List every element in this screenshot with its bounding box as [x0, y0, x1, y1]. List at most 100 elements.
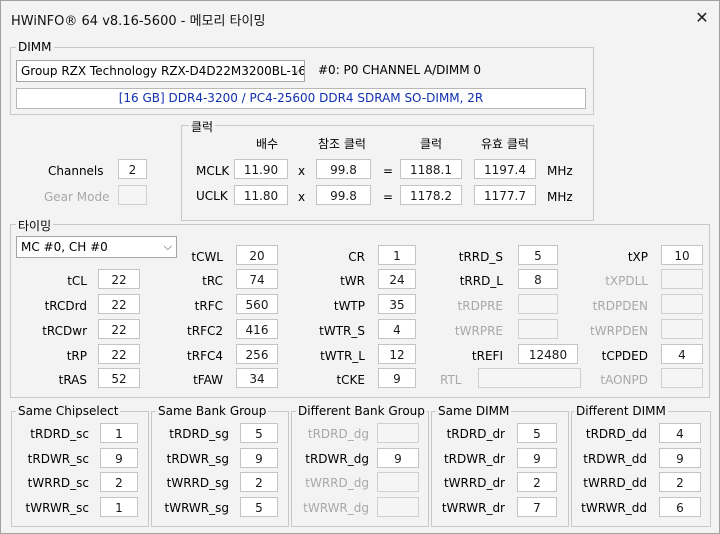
timing-value: 5: [240, 423, 278, 443]
timing-value: 1: [100, 423, 138, 443]
timing-value: 2: [240, 472, 278, 492]
trefi-label: tREFI: [471, 349, 503, 363]
timing-label: tWRWR_dd: [581, 501, 647, 515]
trcdwr-value: 22: [98, 319, 140, 339]
group-title: Same Bank Group: [156, 404, 269, 418]
timing-value: 9: [240, 448, 278, 468]
close-icon[interactable]: ✕: [691, 8, 713, 28]
timing-value: 1: [100, 497, 138, 517]
timing-label: tRDWR_dg: [305, 452, 369, 466]
timing-label: tRDWR_dd: [583, 452, 647, 466]
trdpre-value: [518, 294, 558, 314]
tfaw-label: tFAW: [193, 373, 223, 387]
mclk-label: MCLK: [196, 164, 230, 178]
mc-channel-select[interactable]: MC #0, CH #0 ⌵: [16, 236, 177, 258]
timing-value: 9: [659, 448, 701, 468]
trrd-l-label: tRRD_L: [459, 274, 503, 288]
txp-value: 10: [661, 245, 703, 265]
mclk-equals: =: [383, 164, 394, 178]
trdpden-label: tRDPDEN: [592, 299, 648, 313]
trcdrd-value: 22: [98, 294, 140, 314]
mclk-ref-clock: 99.8: [316, 159, 371, 179]
timing-label: tWRRD_dd: [583, 476, 647, 490]
window-title: HWiNFO® 64 v8.16-5600 - 메모리 타이밍: [11, 14, 266, 29]
dimm-group-label: DIMM: [16, 40, 54, 54]
timing-label: tRDWR_sc: [27, 452, 89, 466]
trfc4-label: tRFC4: [187, 349, 223, 363]
timing-label: tRDWR_dr: [443, 452, 505, 466]
twtp-label: tWTP: [333, 299, 365, 313]
twtr-l-value: 12: [378, 344, 416, 364]
txpdll-label: tXPDLL: [605, 274, 648, 288]
txp-label: tXP: [627, 250, 648, 264]
trcdrd-label: tRCDrd: [44, 299, 87, 313]
timing-value: [377, 423, 419, 443]
twr-label: tWR: [340, 274, 365, 288]
group-title: Same Chipselect: [16, 404, 121, 418]
clock-group-label: 클럭: [189, 118, 216, 135]
tras-label: tRAS: [58, 373, 87, 387]
dimm-module-select-value: Group RZX Technology RZX-D4D22M3200BL-16: [21, 64, 305, 78]
mclk-clock: 1188.1: [400, 159, 462, 179]
dimm-module-select[interactable]: Group RZX Technology RZX-D4D22M3200BL-16…: [16, 60, 305, 82]
channels-value: 2: [118, 159, 147, 179]
timing-label: tRDRD_dr: [446, 427, 505, 441]
twtp-value: 35: [378, 294, 416, 314]
tcwl-value: 20: [236, 245, 278, 265]
timing-label: tWRRD_sg: [166, 476, 229, 490]
trp-value: 22: [98, 344, 140, 364]
uclk-clock: 1178.2: [400, 185, 462, 205]
timing-value: 7: [517, 497, 557, 517]
trfc-value: 560: [236, 294, 278, 314]
timing-label: tWRWR_sc: [25, 501, 89, 515]
timing-label: tRDRD_sg: [169, 427, 229, 441]
twtr-s-label: tWTR_S: [319, 324, 365, 338]
timing-value: 9: [377, 448, 419, 468]
uclk-label: UCLK: [196, 189, 228, 203]
tcpded-value: 4: [661, 344, 703, 364]
tcke-value: 9: [378, 368, 416, 388]
group-title: Different Bank Group: [296, 404, 427, 418]
timing-label: tRDRD_dg: [307, 427, 369, 441]
trfc2-label: tRFC2: [187, 324, 223, 338]
timing-value: 2: [659, 472, 701, 492]
twtr-l-label: tWTR_L: [320, 349, 365, 363]
trfc-label: tRFC: [194, 299, 223, 313]
uclk-unit: MHz: [547, 190, 573, 204]
channels-label: Channels: [48, 164, 104, 178]
taonpd-label: tAONPD: [600, 373, 648, 387]
trrd-s-value: 5: [518, 245, 558, 265]
trfc4-value: 256: [236, 344, 278, 364]
tcpded-label: tCPDED: [601, 349, 648, 363]
mclk-unit: MHz: [547, 164, 573, 178]
taonpd-value: [661, 368, 703, 388]
timing-value: [377, 472, 419, 492]
ref-clock-header: 참조 클럭: [318, 137, 366, 151]
timing-label: tRDRD_dd: [585, 427, 647, 441]
timings-group-label: 타이밍: [16, 217, 54, 234]
twrpre-value: [518, 319, 558, 339]
trp-label: tRP: [66, 349, 87, 363]
twtr-s-value: 4: [378, 319, 416, 339]
tfaw-value: 34: [236, 368, 278, 388]
mclk-multiplier: 11.90: [234, 159, 288, 179]
dimm-description: [16 GB] DDR4-3200 / PC4-25600 DDR4 SDRAM…: [16, 88, 586, 109]
timing-value: 5: [517, 423, 557, 443]
tcwl-label: tCWL: [191, 250, 223, 264]
timing-label: tWRWR_dr: [441, 501, 505, 515]
trefi-value: 12480: [518, 344, 578, 364]
txpdll-value: [661, 269, 703, 289]
timing-value: 6: [659, 497, 701, 517]
rtl-value: [478, 368, 581, 388]
timing-value: [377, 497, 419, 517]
chevron-down-icon: ⌵: [291, 64, 300, 77]
tras-value: 52: [98, 368, 140, 388]
mclk-effective: 1197.4: [474, 159, 536, 179]
twrpden-value: [661, 319, 703, 339]
trc-label: tRC: [202, 274, 223, 288]
timing-label: tRDRD_sc: [30, 427, 89, 441]
trc-value: 74: [236, 269, 278, 289]
trdpden-value: [661, 294, 703, 314]
dimm-channel-label: #0: P0 CHANNEL A/DIMM 0: [318, 63, 482, 77]
trdpre-label: tRDPRE: [457, 299, 503, 313]
